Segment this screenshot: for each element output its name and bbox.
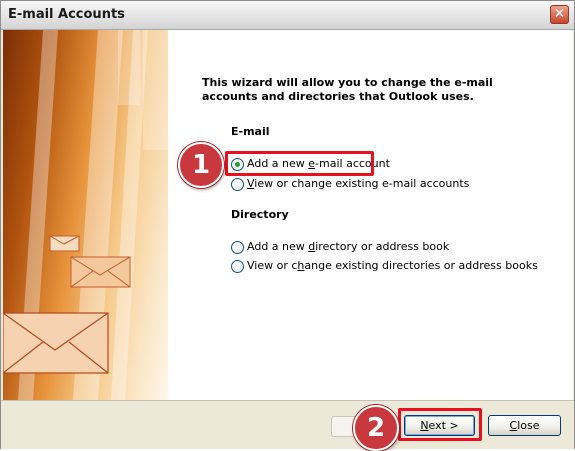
radio-button[interactable]	[231, 178, 244, 191]
envelope-icon-medium	[70, 256, 131, 288]
radio-button[interactable]	[231, 241, 244, 254]
title-bar[interactable]: E-mail Accounts ✕	[1, 1, 574, 30]
step-2-badge: 2	[353, 405, 399, 451]
highlight-add-email-account	[225, 151, 374, 176]
radio-button[interactable]	[231, 260, 244, 273]
envelope-icon-small	[49, 235, 80, 252]
envelope-icon-large	[3, 312, 109, 374]
close-button[interactable]: Close	[488, 415, 561, 436]
radio-label: View or change existing directories or a…	[247, 259, 538, 272]
radio-label: Add a new directory or address book	[247, 240, 450, 253]
step-1-badge: 1	[178, 142, 224, 188]
window-title: E-mail Accounts	[8, 7, 125, 22]
close-window-icon[interactable]: ✕	[550, 5, 569, 24]
banner-artwork	[3, 30, 168, 400]
intro-text: This wizard will allow you to change the…	[202, 76, 493, 103]
email-accounts-dialog: E-mail Accounts ✕ This wizard will allow…	[0, 0, 575, 451]
radio-label: View or change existing e-mail accounts	[247, 177, 470, 190]
wizard-content: This wizard will allow you to change the…	[168, 30, 573, 400]
directory-section-heading: Directory	[231, 208, 289, 221]
highlight-next-button	[398, 408, 482, 441]
wizard-side-banner	[3, 30, 168, 400]
button-bar: Next > Close	[1, 400, 574, 449]
email-section-heading: E-mail	[231, 125, 270, 138]
